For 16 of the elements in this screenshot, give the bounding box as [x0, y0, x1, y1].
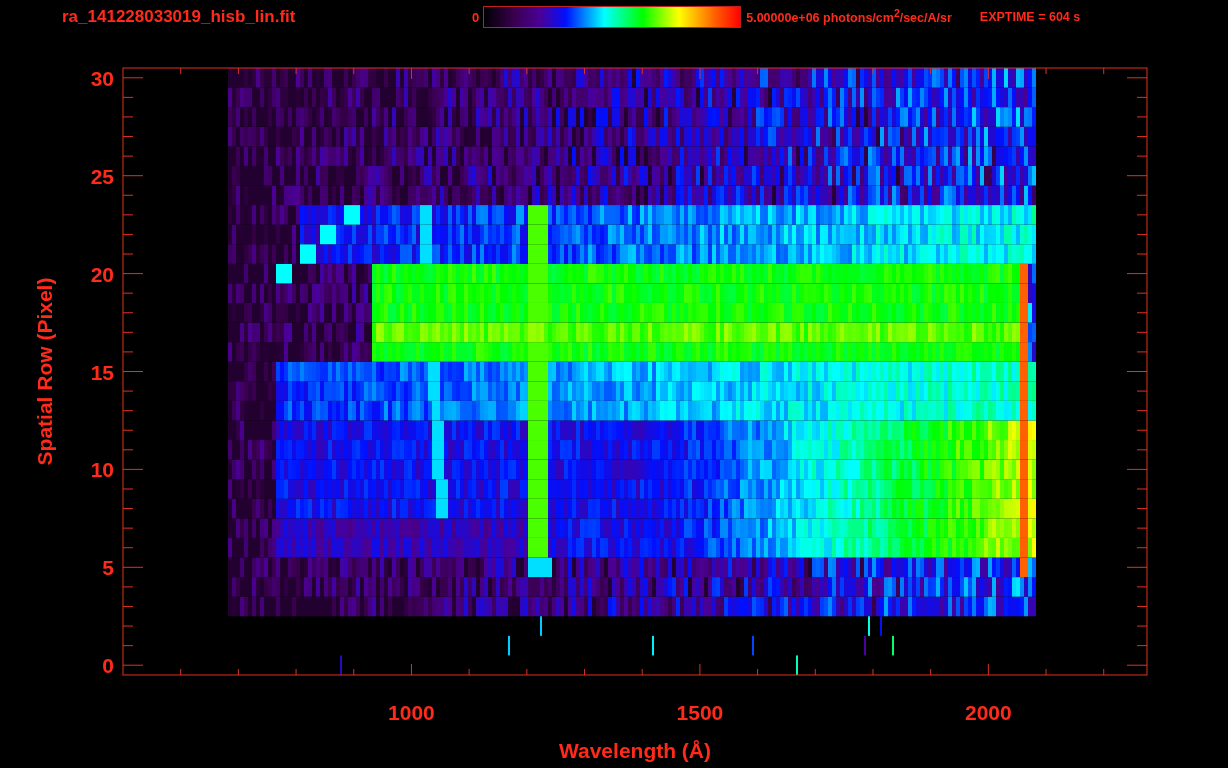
y-tick-label: 5	[102, 556, 114, 580]
y-tick-label: 0	[102, 654, 114, 678]
y-tick-label: 20	[90, 262, 114, 286]
colorbar-min-label: 0	[472, 9, 480, 25]
y-tick-label: 10	[90, 458, 114, 482]
y-axis-label: Spatial Row (Pixel)	[33, 277, 56, 466]
colorbar-max-label: 5.00000e+06 photons/cm$^{2}$/sec/A/sr	[746, 8, 952, 26]
x-tick-label: 1000	[388, 701, 435, 724]
x-tick-label: 2000	[965, 701, 1012, 724]
y-tick-label: 25	[90, 164, 114, 188]
x-tick-label: 1500	[676, 701, 724, 724]
x-axis-label: Wavelength (Å)	[558, 739, 712, 762]
file-title: ra_141228033019_hisb_lin.fit	[62, 7, 297, 27]
exposure-time: EXPTIME = 604 s	[979, 10, 1081, 24]
y-tick-label: 15	[90, 360, 114, 384]
y-tick-label: 30	[90, 66, 114, 90]
